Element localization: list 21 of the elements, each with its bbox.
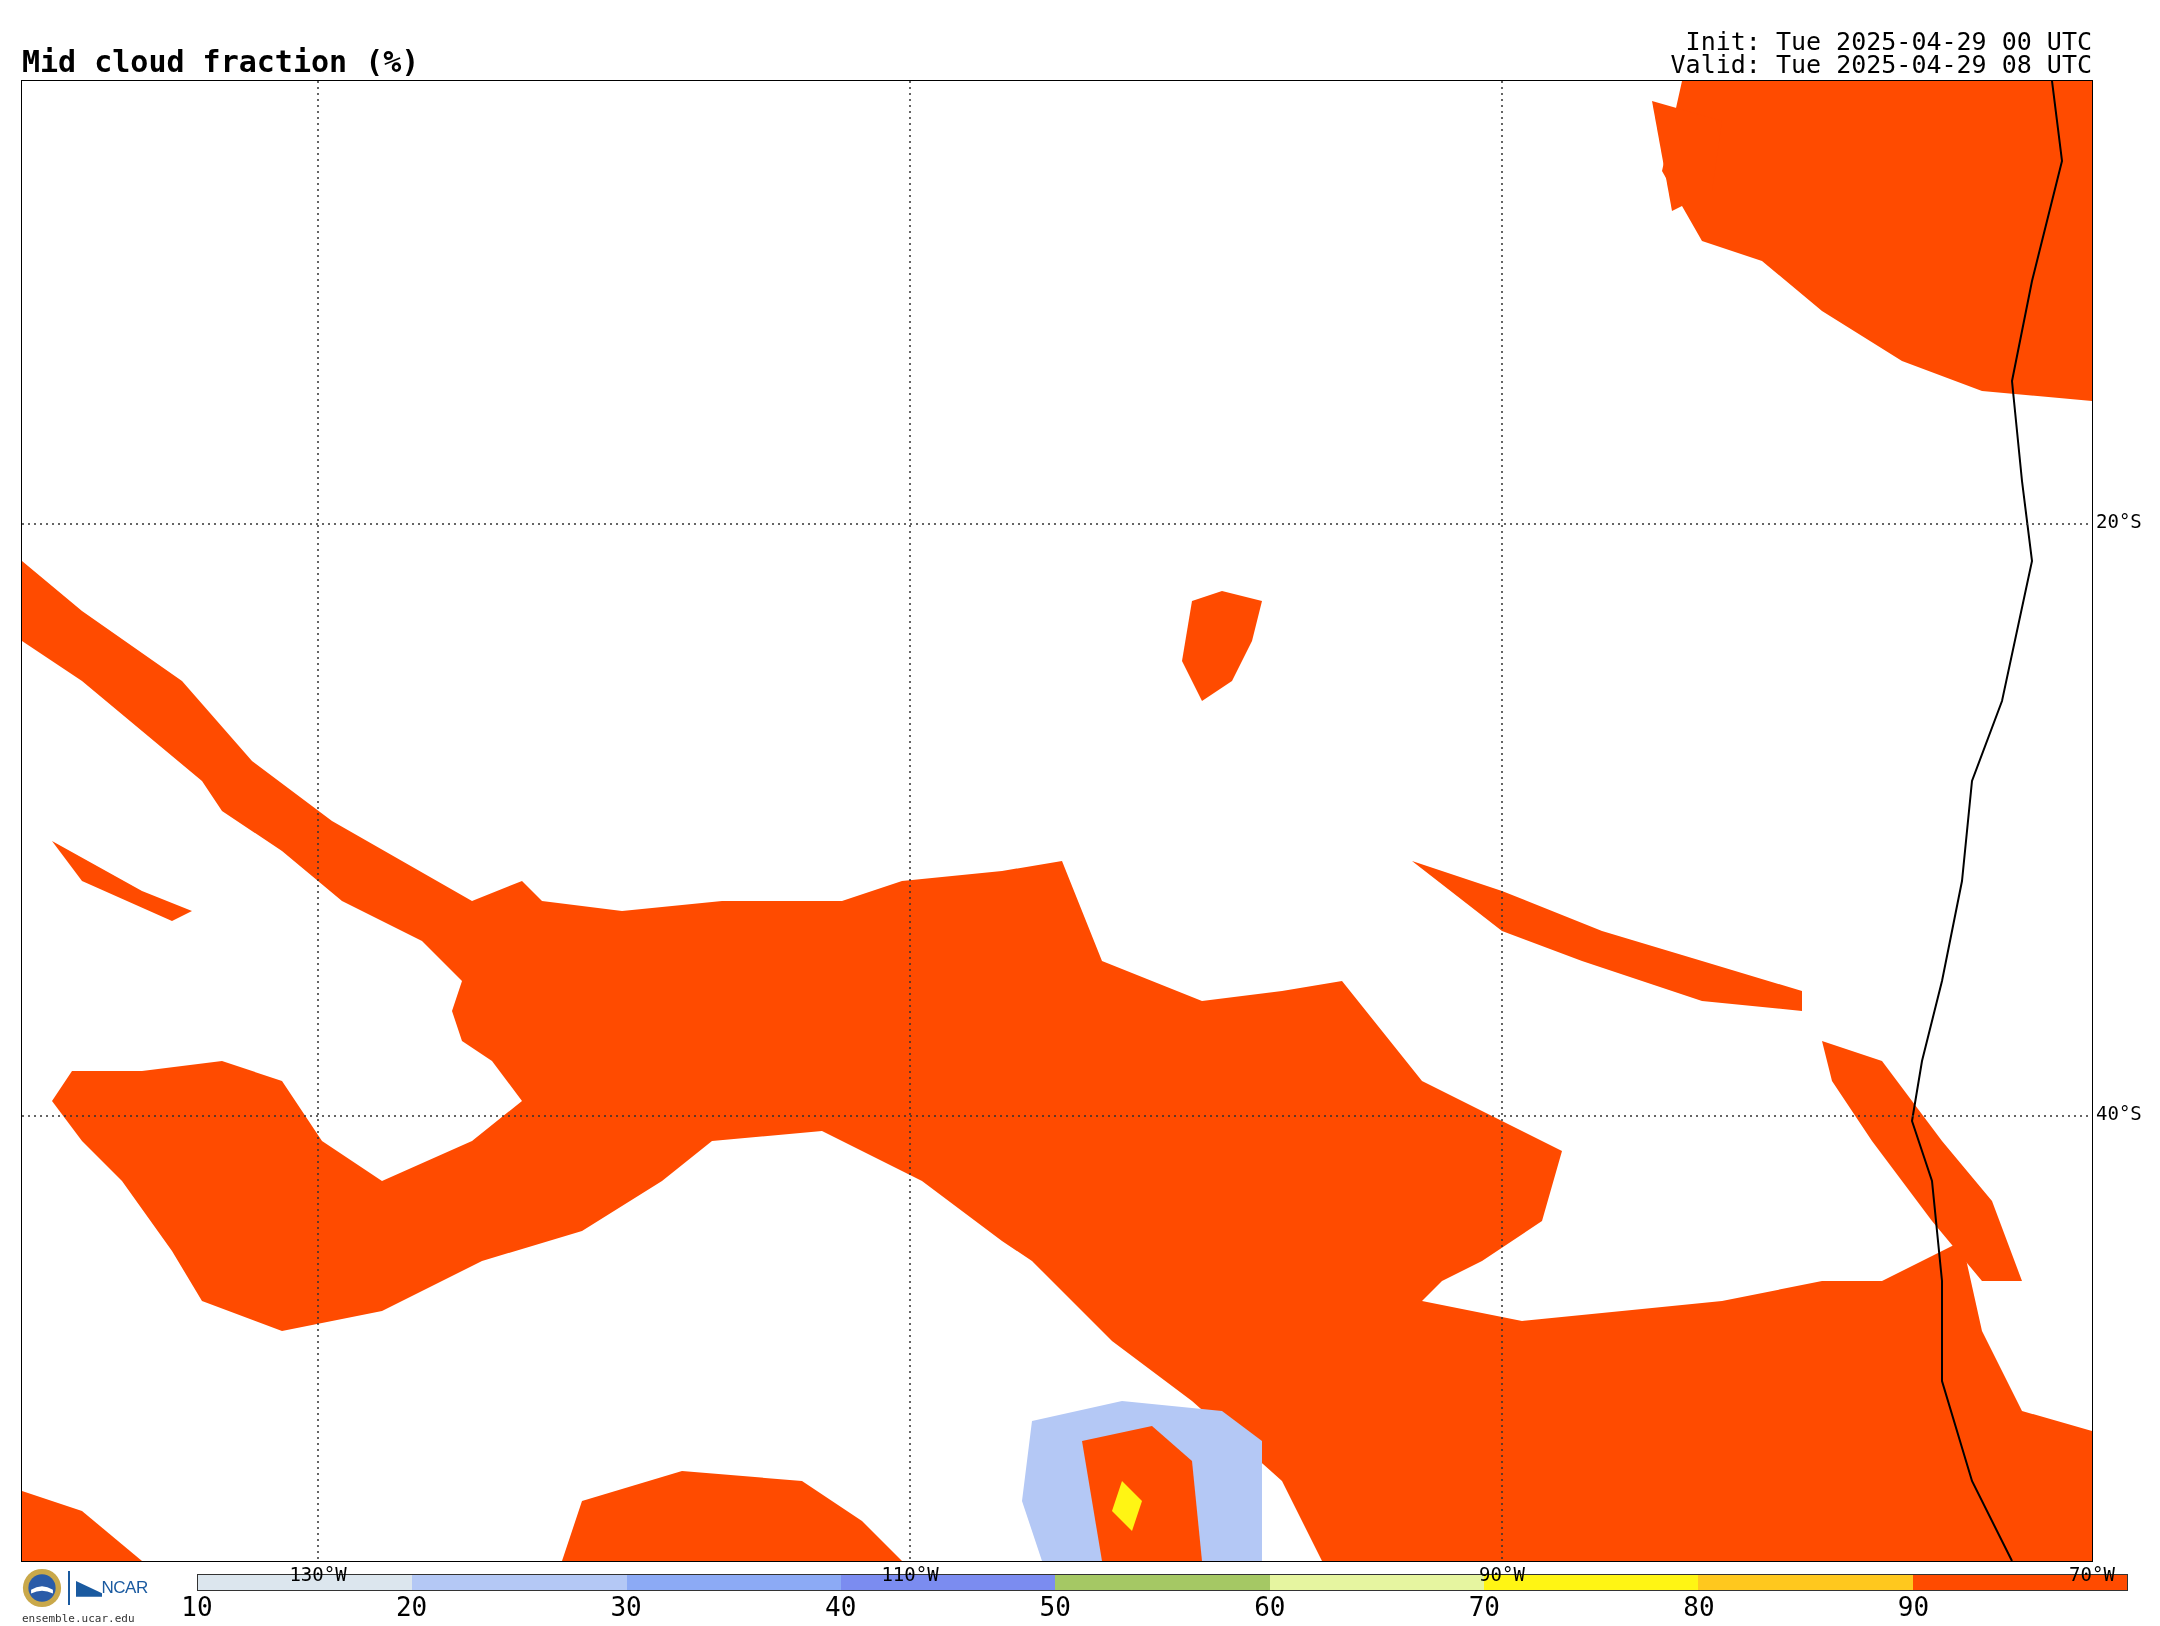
- colorbar-tick-label: 80: [1683, 1593, 1715, 1621]
- init-time: Init: Tue 2025-04-29 00 UTC: [1685, 30, 2092, 53]
- latitude-label: 20°S: [2096, 510, 2142, 532]
- valid-time: Valid: Tue 2025-04-29 08 UTC: [1670, 53, 2092, 76]
- colorbar-tick-label: 60: [1254, 1593, 1286, 1621]
- seal-icon: [22, 1568, 62, 1608]
- colorbar-tick-label: 70: [1468, 1593, 1501, 1621]
- colorbar-tick-label: 10: [181, 1593, 213, 1621]
- site-url: ensemble.ucar.edu: [22, 1612, 135, 1625]
- mountain-icon: [75, 1579, 102, 1597]
- colorbar-tick-label: 40: [825, 1593, 857, 1621]
- colorbar-tick-label: 30: [610, 1593, 642, 1621]
- logo-text: NCAR: [101, 1578, 148, 1598]
- colorbar-tick-label: 50: [1039, 1593, 1071, 1621]
- longitude-label: 110°W: [881, 1564, 939, 1584]
- longitude-label: 70°W: [2069, 1564, 2115, 1584]
- latitude-label: 40°S: [2096, 1102, 2142, 1124]
- longitude-label: 90°W: [1479, 1564, 1525, 1584]
- chart-title: Mid cloud fraction (%): [22, 44, 420, 80]
- colorbar-tick-label: 90: [1897, 1593, 1930, 1621]
- colorbar-tick-label: 20: [395, 1593, 428, 1621]
